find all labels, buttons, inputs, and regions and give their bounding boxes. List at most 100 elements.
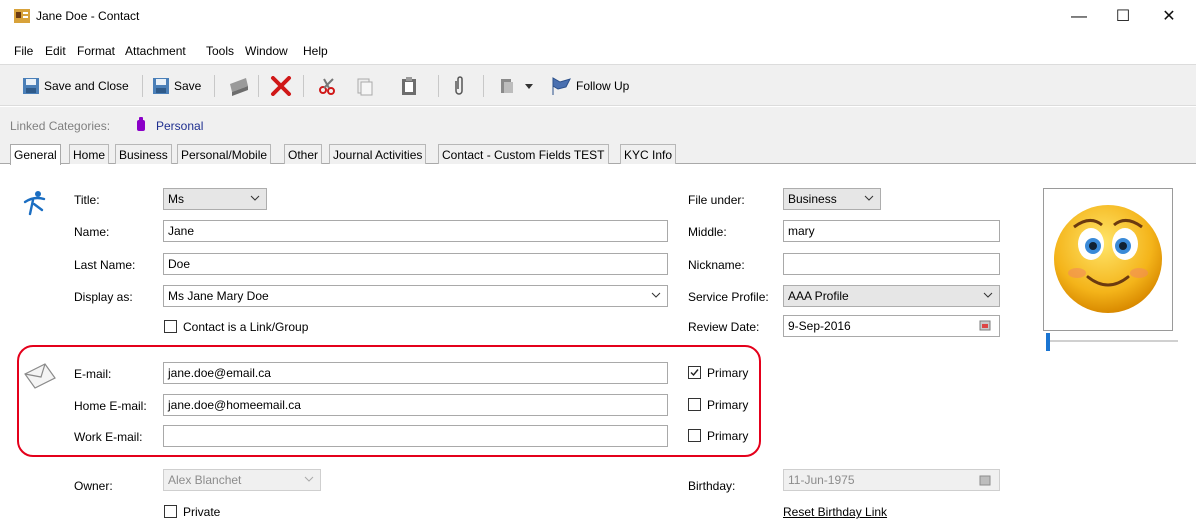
attach-button[interactable] bbox=[452, 73, 466, 99]
title-bar: Jane Doe - Contact — ☐ ✕ bbox=[0, 0, 1196, 40]
menu-bar: File Edit Format Attachment Tools Window… bbox=[0, 40, 1196, 62]
calendar-picker-icon[interactable] bbox=[979, 319, 991, 331]
save-and-close-button[interactable]: Save and Close bbox=[22, 73, 129, 99]
nickname-field[interactable] bbox=[783, 253, 1000, 275]
photo-zoom-slider-thumb[interactable] bbox=[1046, 333, 1050, 351]
tab-general[interactable]: General bbox=[10, 144, 61, 165]
owner-value: Alex Blanchet bbox=[168, 473, 242, 487]
menu-edit[interactable]: Edit bbox=[45, 44, 66, 58]
service-profile-value: AAA Profile bbox=[788, 289, 849, 303]
calendar-picker-icon[interactable] bbox=[979, 474, 991, 486]
scissors-icon bbox=[319, 78, 335, 95]
owner-select[interactable]: Alex Blanchet bbox=[163, 469, 321, 491]
delete-x-icon bbox=[271, 76, 291, 96]
printer-icon bbox=[230, 78, 248, 96]
contact-photo[interactable] bbox=[1043, 188, 1173, 331]
copy-button[interactable] bbox=[356, 73, 374, 99]
middle-field[interactable]: mary bbox=[783, 220, 1000, 242]
category-tag-icon bbox=[137, 117, 145, 131]
document-stack-icon bbox=[501, 79, 513, 93]
category-link-personal[interactable]: Personal bbox=[156, 119, 203, 133]
owner-label: Owner: bbox=[74, 479, 113, 493]
birthday-label: Birthday: bbox=[688, 479, 736, 493]
middle-label: Middle: bbox=[688, 225, 727, 239]
follow-up-label: Follow Up bbox=[576, 79, 630, 93]
link-group-checkbox[interactable] bbox=[164, 320, 177, 333]
home-email-primary-checkbox[interactable] bbox=[688, 398, 701, 411]
tab-journal-activities[interactable]: Journal Activities bbox=[329, 144, 427, 164]
work-email-field[interactable] bbox=[163, 425, 668, 447]
last-name-field[interactable]: Doe bbox=[163, 253, 668, 275]
flag-icon bbox=[552, 77, 571, 95]
close-button[interactable]: ✕ bbox=[1154, 6, 1184, 28]
linked-categories-bar: Linked Categories: Personal bbox=[0, 107, 1196, 143]
work-email-primary-label: Primary bbox=[707, 429, 749, 443]
tab-personal-mobile[interactable]: Personal/Mobile bbox=[177, 144, 272, 164]
chevron-down-icon bbox=[983, 292, 993, 298]
birthday-field[interactable]: 11-Jun-1975 bbox=[783, 469, 1000, 491]
home-email-field[interactable]: jane.doe@homeemail.ca bbox=[163, 394, 668, 416]
menu-format[interactable]: Format bbox=[77, 44, 115, 58]
tab-other[interactable]: Other bbox=[284, 144, 323, 164]
person-icon bbox=[23, 191, 46, 216]
print-button[interactable] bbox=[226, 73, 250, 99]
service-profile-label: Service Profile: bbox=[688, 290, 769, 304]
private-label: Private bbox=[183, 505, 221, 519]
tab-custom-fields[interactable]: Contact - Custom Fields TEST bbox=[438, 144, 609, 164]
email-field[interactable]: jane.doe@email.ca bbox=[163, 362, 668, 384]
chevron-down-icon bbox=[525, 84, 533, 89]
service-profile-select[interactable]: AAA Profile bbox=[783, 285, 1000, 307]
save-button[interactable]: Save bbox=[152, 73, 201, 99]
save-label: Save bbox=[174, 79, 202, 93]
delete-button[interactable] bbox=[270, 73, 292, 99]
email-label: E-mail: bbox=[74, 367, 112, 381]
chevron-down-icon bbox=[304, 476, 314, 482]
toolbar-separator bbox=[303, 75, 304, 97]
save-icon bbox=[23, 78, 39, 94]
home-email-label: Home E-mail: bbox=[74, 399, 147, 413]
display-as-select[interactable]: Ms Jane Mary Doe bbox=[163, 285, 668, 307]
tab-business[interactable]: Business bbox=[115, 144, 172, 164]
menu-tools[interactable]: Tools bbox=[206, 44, 234, 58]
tab-home[interactable]: Home bbox=[69, 144, 110, 164]
chevron-down-icon bbox=[250, 195, 260, 201]
follow-up-button[interactable]: Follow Up bbox=[550, 73, 629, 99]
work-email-primary-checkbox[interactable] bbox=[688, 429, 701, 442]
menu-help[interactable]: Help bbox=[303, 44, 328, 58]
home-email-primary-label: Primary bbox=[707, 398, 749, 412]
work-email-label: Work E-mail: bbox=[74, 430, 143, 444]
menu-window[interactable]: Window bbox=[245, 44, 288, 58]
last-name-label: Last Name: bbox=[74, 258, 136, 272]
file-under-select[interactable]: Business bbox=[783, 188, 881, 210]
linked-categories-label: Linked Categories: bbox=[10, 119, 111, 133]
name-label: Name: bbox=[74, 225, 110, 239]
minimize-button[interactable]: — bbox=[1064, 6, 1094, 28]
name-field[interactable]: Jane bbox=[163, 220, 668, 242]
display-as-value: Ms Jane Mary Doe bbox=[168, 289, 269, 303]
title-select[interactable]: Ms bbox=[163, 188, 267, 210]
toolbar-separator bbox=[258, 75, 259, 97]
tab-strip: General Home Business Personal/Mobile Ot… bbox=[0, 143, 1196, 165]
cut-button[interactable] bbox=[318, 73, 338, 99]
paperclip-icon bbox=[455, 76, 463, 95]
maximize-button[interactable]: ☐ bbox=[1108, 6, 1138, 28]
paste-button[interactable] bbox=[400, 73, 418, 99]
clipboard-icon bbox=[402, 77, 416, 95]
reset-birthday-link[interactable]: Reset Birthday Link bbox=[783, 505, 887, 519]
toolbar-separator bbox=[142, 75, 143, 97]
email-primary-checkbox[interactable] bbox=[688, 366, 701, 379]
review-date-label: Review Date: bbox=[688, 320, 760, 334]
window-title: Jane Doe - Contact bbox=[36, 9, 140, 23]
review-date-field[interactable]: 9-Sep-2016 bbox=[783, 315, 1000, 337]
tab-kyc-info[interactable]: KYC Info bbox=[620, 144, 677, 164]
private-checkbox[interactable] bbox=[164, 505, 177, 518]
display-as-label: Display as: bbox=[74, 290, 133, 304]
toolbar-separator bbox=[214, 75, 215, 97]
menu-file[interactable]: File bbox=[14, 44, 33, 58]
title-label: Title: bbox=[74, 193, 100, 207]
nickname-label: Nickname: bbox=[688, 258, 745, 272]
menu-attachment[interactable]: Attachment bbox=[125, 44, 186, 58]
chevron-down-icon bbox=[864, 195, 874, 201]
action-dropdown-button[interactable] bbox=[498, 73, 534, 99]
photo-zoom-slider-track[interactable] bbox=[1050, 340, 1178, 342]
